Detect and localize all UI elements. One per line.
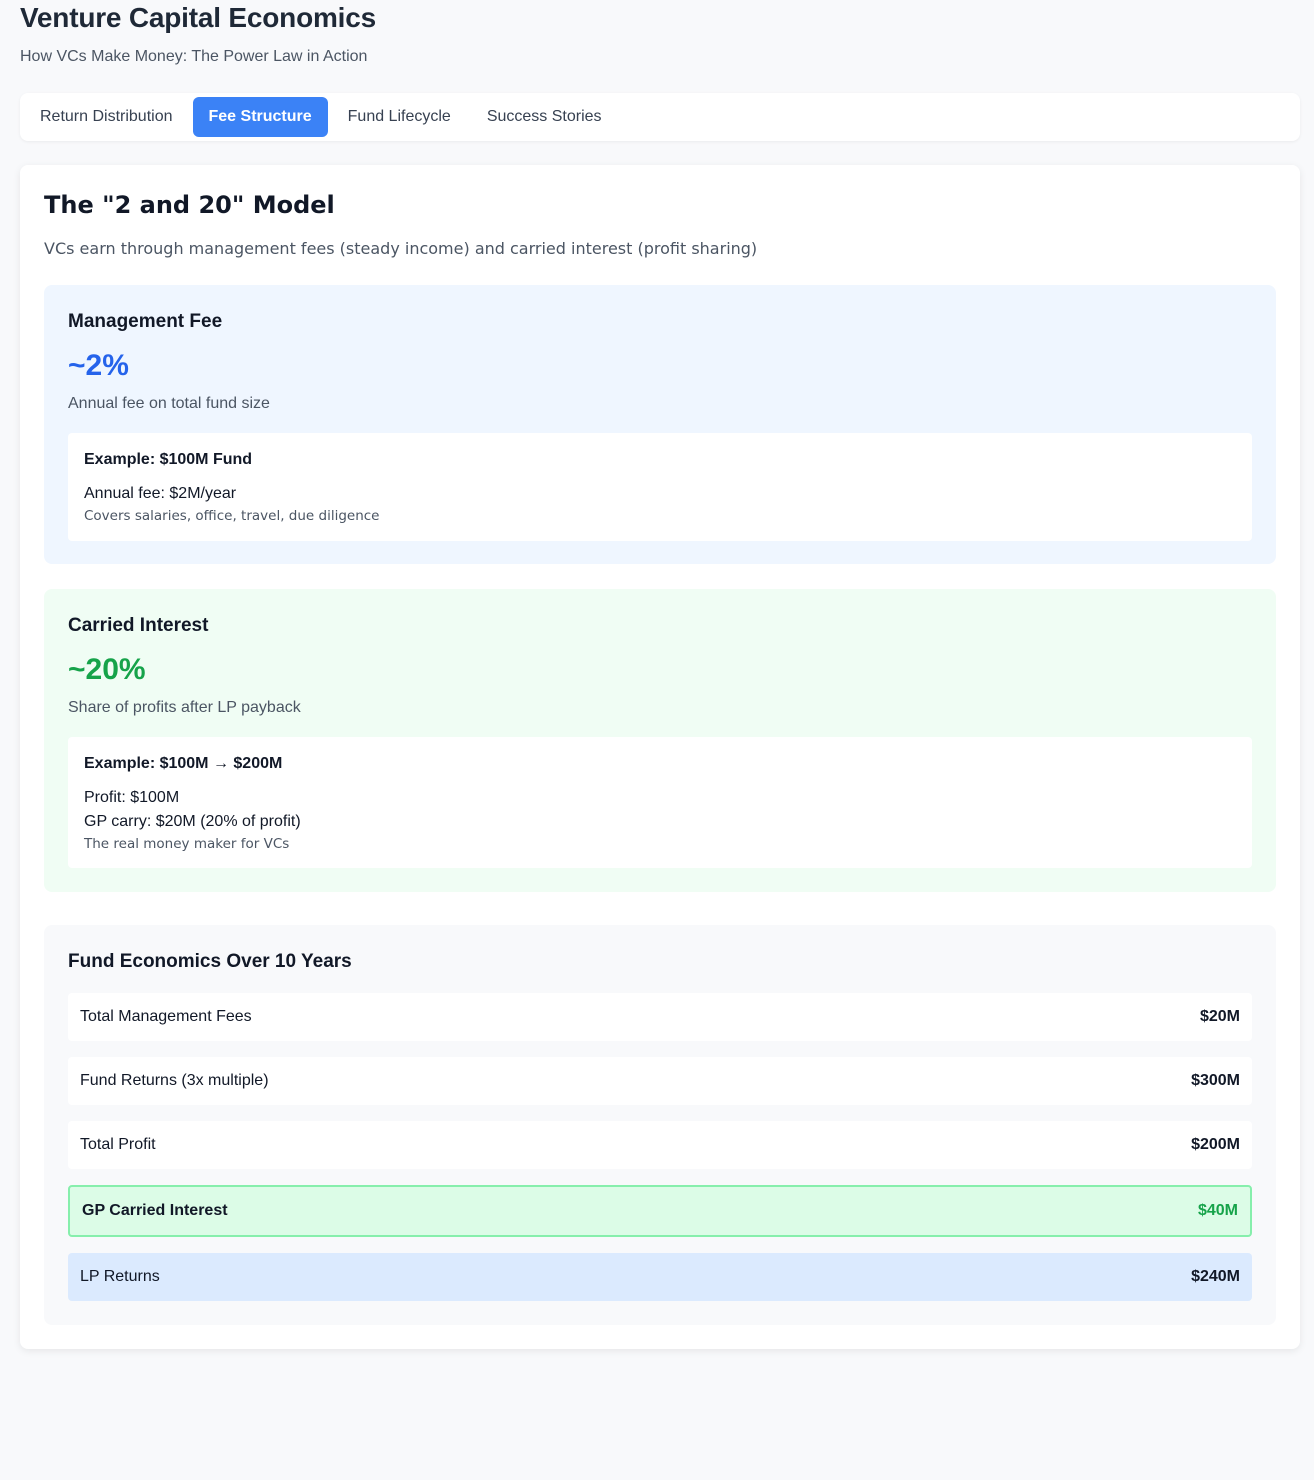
fund-economics-section: Fund Economics Over 10 Years Total Manag… <box>44 925 1276 1325</box>
fee-structure-panel: The "2 and 20" Model VCs earn through ma… <box>20 165 1300 1349</box>
economics-row-lp-returns: LP Returns $240M <box>68 1253 1252 1301</box>
row-value: $40M <box>1197 1202 1238 1219</box>
tab-success-stories[interactable]: Success Stories <box>471 97 618 137</box>
example-line: Profit: $100M <box>84 789 180 806</box>
carried-interest-description: Share of profits after LP payback <box>68 699 301 716</box>
economics-row-management-fees: Total Management Fees $20M <box>68 993 1252 1041</box>
row-label: GP Carried Interest <box>82 1202 228 1219</box>
example-line: Annual fee: $2M/year <box>84 485 237 502</box>
management-fee-card: Management Fee ~2% Annual fee on total f… <box>44 285 1276 564</box>
tab-fee-structure[interactable]: Fee Structure <box>192 97 328 137</box>
fund-economics-title: Fund Economics Over 10 Years <box>68 951 352 972</box>
management-fee-description: Annual fee on total fund size <box>68 395 270 412</box>
management-fee-title: Management Fee <box>68 311 223 332</box>
example-title: Example: $100M → $200M <box>84 755 283 772</box>
row-label: Total Management Fees <box>80 1008 252 1025</box>
row-value: $200M <box>1191 1136 1240 1153</box>
carried-interest-title: Carried Interest <box>68 615 209 636</box>
row-label: Fund Returns (3x multiple) <box>80 1072 269 1089</box>
row-value: $240M <box>1191 1268 1240 1285</box>
panel-title: The "2 and 20" Model <box>44 191 335 219</box>
management-fee-percent: ~2% <box>68 349 129 382</box>
tab-fund-lifecycle[interactable]: Fund Lifecycle <box>332 97 467 137</box>
tab-return-distribution[interactable]: Return Distribution <box>24 97 189 137</box>
management-fee-example: Example: $100M Fund Annual fee: $2M/year… <box>68 433 1252 541</box>
economics-row-fund-returns: Fund Returns (3x multiple) $300M <box>68 1057 1252 1105</box>
app-subtitle: How VCs Make Money: The Power Law in Act… <box>20 48 368 65</box>
example-line: GP carry: $20M (20% of profit) <box>84 813 301 830</box>
example-note: Covers salaries, office, travel, due dil… <box>84 508 380 524</box>
row-label: Total Profit <box>80 1136 156 1153</box>
row-label: LP Returns <box>80 1268 160 1285</box>
carried-interest-card: Carried Interest ~20% Share of profits a… <box>44 589 1276 892</box>
tab-bar: Return Distribution Fee Structure Fund L… <box>20 93 1300 141</box>
carried-interest-percent: ~20% <box>68 653 146 686</box>
example-note: The real money maker for VCs <box>84 836 290 852</box>
row-value: $20M <box>1199 1008 1240 1025</box>
app-title: Venture Capital Economics <box>20 2 376 33</box>
economics-row-gp-carried-interest: GP Carried Interest $40M <box>68 1185 1252 1237</box>
example-title: Example: $100M Fund <box>84 451 253 468</box>
row-value: $300M <box>1191 1072 1240 1089</box>
panel-description: VCs earn through management fees (steady… <box>44 239 758 258</box>
page: Venture Capital Economics How VCs Make M… <box>0 0 1314 1480</box>
economics-row-total-profit: Total Profit $200M <box>68 1121 1252 1169</box>
carried-interest-example: Example: $100M → $200M Profit: $100M GP … <box>68 737 1252 868</box>
